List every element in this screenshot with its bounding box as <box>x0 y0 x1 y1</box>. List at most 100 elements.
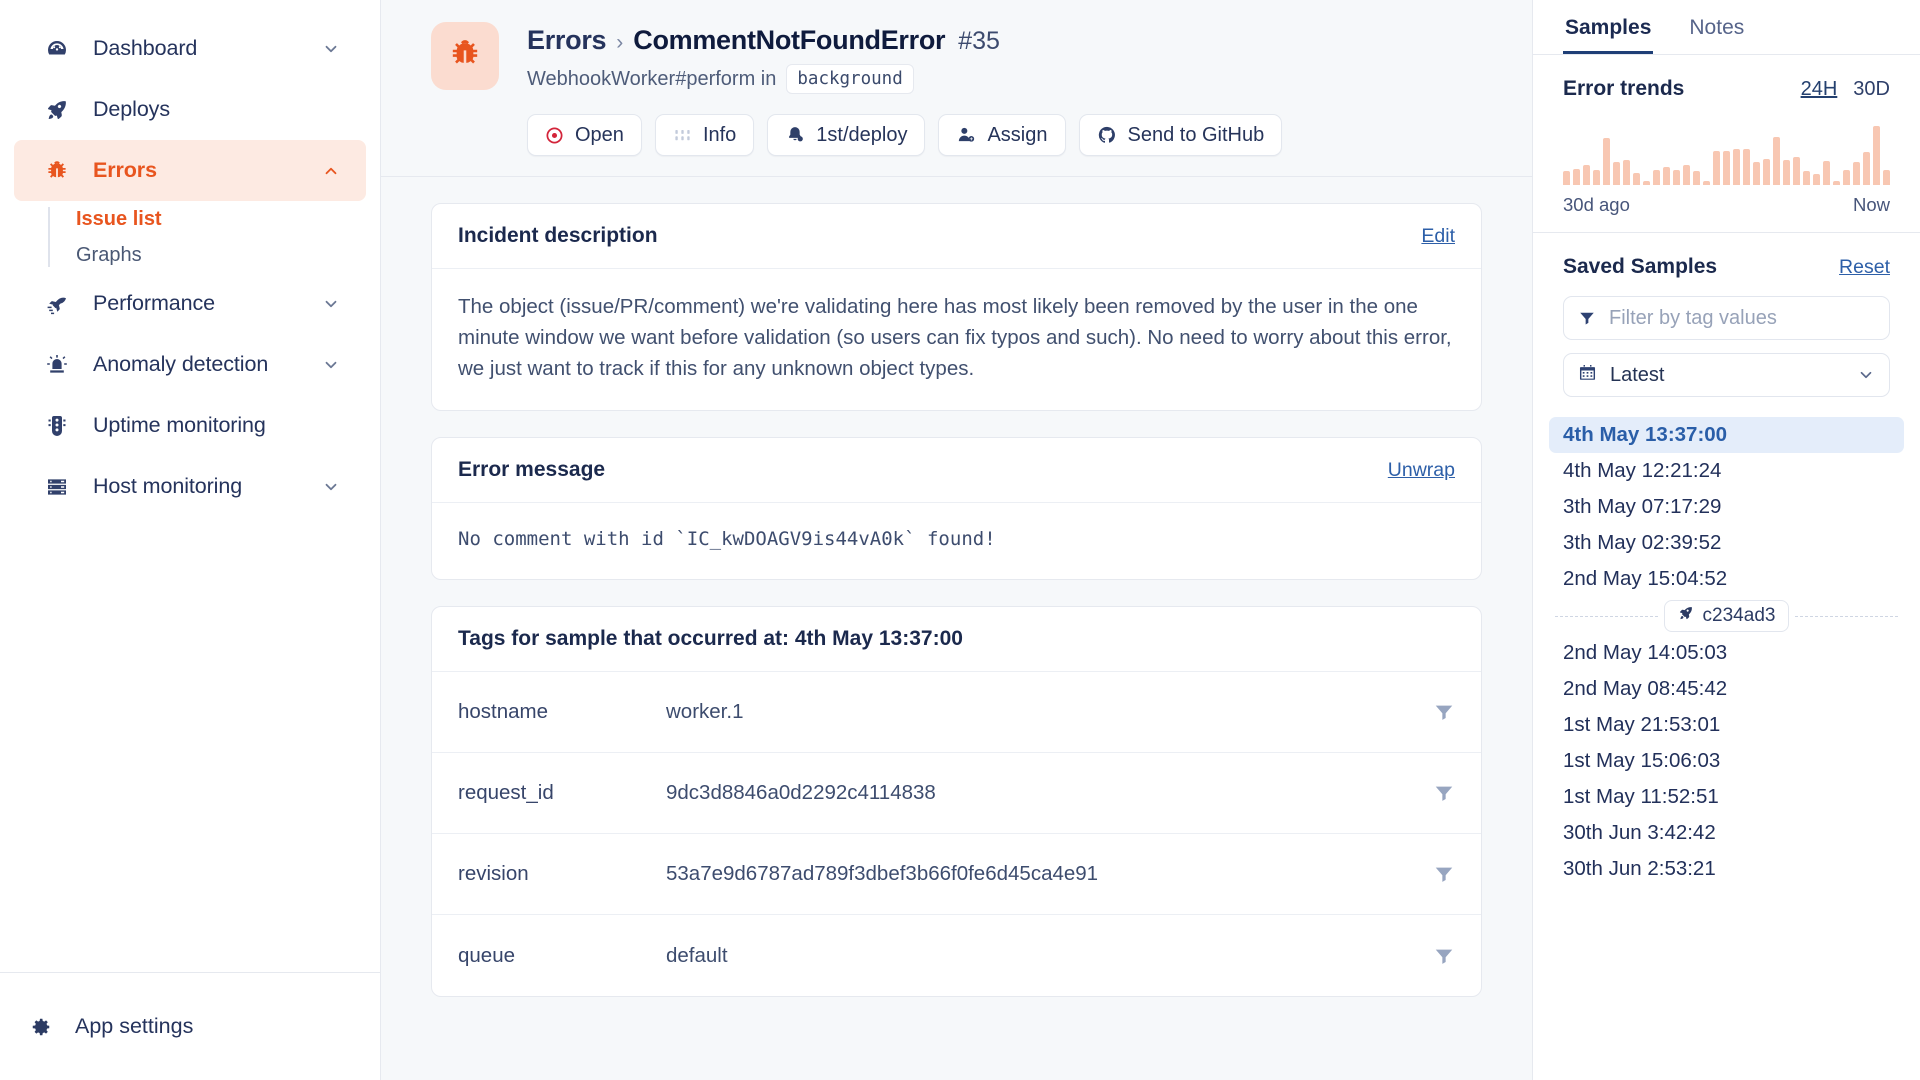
assign-button[interactable]: Assign <box>938 114 1066 156</box>
sparkline-bar <box>1563 171 1570 185</box>
speed-icon <box>44 291 70 317</box>
sparkline-bar <box>1763 159 1770 185</box>
chevron-up-icon <box>322 162 340 180</box>
siren-icon <box>44 352 70 378</box>
sidebar-item-app-settings[interactable]: App settings <box>0 972 380 1080</box>
sort-select-value: Latest <box>1610 363 1665 386</box>
incident-description-title: Incident description <box>458 224 658 247</box>
left-sidebar: Dashboard Deploys Errors Issue list Grap… <box>0 0 381 1080</box>
saved-samples-list[interactable]: 4th May 13:37:00 4th May 12:21:24 3th Ma… <box>1533 403 1920 1080</box>
funnel-icon[interactable] <box>1433 701 1455 723</box>
sparkline-bar <box>1683 164 1690 185</box>
sparkline-bar <box>1793 156 1800 185</box>
error-badge <box>431 22 499 90</box>
sidebar-item-label: Host monitoring <box>93 474 243 498</box>
range-30d[interactable]: 30D <box>1853 78 1890 101</box>
github-icon <box>1097 125 1117 145</box>
reset-link[interactable]: Reset <box>1839 256 1890 279</box>
list-item[interactable]: 3th May 02:39:52 <box>1549 525 1904 561</box>
sparkline-axis-right: Now <box>1852 194 1890 215</box>
chevron-down-icon <box>1857 366 1875 384</box>
sparkline-bar <box>1643 180 1650 185</box>
sort-select[interactable]: Latest <box>1563 353 1890 397</box>
unwrap-link[interactable]: Unwrap <box>1388 459 1455 482</box>
sidebar-item-performance[interactable]: Performance <box>14 273 366 334</box>
user-add-icon <box>956 125 976 145</box>
list-item[interactable]: 30th Jun 3:42:42 <box>1549 815 1904 851</box>
right-panel: Samples Notes Error trends 24H 30D 30d a… <box>1532 0 1920 1080</box>
list-item[interactable]: 2nd May 14:05:03 <box>1549 635 1904 671</box>
sidebar-item-label: Performance <box>93 291 215 315</box>
funnel-icon[interactable] <box>1433 782 1455 804</box>
sidebar-item-errors[interactable]: Errors <box>14 140 366 201</box>
deploy-label: c234ad3 <box>1702 605 1776 626</box>
list-item[interactable]: 2nd May 15:04:52 <box>1549 561 1904 597</box>
sidebar-item-label: Errors <box>93 158 157 182</box>
list-item[interactable]: 1st May 11:52:51 <box>1549 779 1904 815</box>
button-label: Send to GitHub <box>1127 123 1265 146</box>
sparkline-bar <box>1813 173 1820 185</box>
sidebar-item-graphs[interactable]: Graphs <box>70 237 380 273</box>
funnel-icon[interactable] <box>1433 945 1455 967</box>
sidebar-item-deploys[interactable]: Deploys <box>14 79 366 140</box>
list-item[interactable]: 2nd May 08:45:42 <box>1549 671 1904 707</box>
error-message-body: No comment with id `IC_kwDOAGV9is44vA0k`… <box>458 528 996 550</box>
sparkline-bar <box>1883 170 1890 185</box>
list-item[interactable]: 1st May 15:06:03 <box>1549 743 1904 779</box>
page-title: CommentNotFoundError <box>633 25 946 55</box>
sparkline-bar <box>1623 160 1630 185</box>
notification-rule-button[interactable]: 1st/deploy <box>767 114 926 156</box>
funnel-icon[interactable] <box>1433 863 1455 885</box>
sidebar-item-host-monitoring[interactable]: Host monitoring <box>14 456 366 517</box>
list-item[interactable]: 1st May 21:53:01 <box>1549 707 1904 743</box>
error-message-title: Error message <box>458 458 606 481</box>
tag-filter-input[interactable] <box>1609 306 1875 330</box>
edit-description-link[interactable]: Edit <box>1421 225 1455 248</box>
sidebar-item-anomaly-detection[interactable]: Anomaly detection <box>14 334 366 395</box>
incident-description-card: Incident description Edit The object (is… <box>431 203 1482 411</box>
divider <box>1795 615 1898 617</box>
sparkline-bar <box>1673 170 1680 185</box>
saved-samples-title: Saved Samples <box>1563 255 1718 278</box>
error-trends-title: Error trends <box>1563 77 1685 100</box>
sparkline-bar <box>1743 148 1750 185</box>
sidebar-item-dashboard[interactable]: Dashboard <box>14 18 366 79</box>
deploy-pill[interactable]: c234ad3 <box>1663 600 1790 632</box>
sample-time: 30th Jun 3:42:42 <box>1563 821 1716 844</box>
send-to-github-button[interactable]: Send to GitHub <box>1078 114 1283 156</box>
tag-value: worker.1 <box>666 700 744 723</box>
sparkline-bar <box>1603 137 1610 185</box>
list-item[interactable]: 30th Jun 2:53:21 <box>1549 851 1904 887</box>
range-24h[interactable]: 24H <box>1801 78 1838 101</box>
table-row: queue default <box>432 915 1481 996</box>
divider <box>1555 615 1658 617</box>
breadcrumb-root[interactable]: Errors <box>527 25 607 56</box>
gear-icon <box>30 1016 52 1038</box>
error-message-card: Error message Unwrap No comment with id … <box>431 437 1482 580</box>
list-item[interactable]: 3th May 07:17:29 <box>1549 489 1904 525</box>
tag-filter-field[interactable] <box>1563 296 1890 340</box>
sparkline-bar <box>1633 172 1640 185</box>
chevron-down-icon <box>322 40 340 58</box>
list-item[interactable]: 4th May 12:21:24 <box>1549 453 1904 489</box>
sample-time: 1st May 11:52:51 <box>1563 785 1719 808</box>
funnel-icon <box>1578 309 1596 327</box>
issue-detail-scroll[interactable]: Incident description Edit The object (is… <box>381 177 1532 1080</box>
sparkline-bar <box>1753 162 1760 185</box>
tab-samples[interactable]: Samples <box>1563 0 1653 54</box>
sample-time: 1st May 21:53:01 <box>1563 713 1721 736</box>
sidebar-item-issue-list[interactable]: Issue list <box>70 201 380 237</box>
list-item[interactable]: 4th May 13:37:00 <box>1549 417 1904 453</box>
server-icon <box>44 474 70 500</box>
sidebar-item-label: Anomaly detection <box>93 352 269 376</box>
info-button[interactable]: Info <box>654 114 755 156</box>
sparkline-bar <box>1593 170 1600 185</box>
sidebar-item-uptime-monitoring[interactable]: Uptime monitoring <box>14 395 366 456</box>
sidebar-subitem-label: Issue list <box>76 207 162 230</box>
chevron-down-icon <box>322 356 340 374</box>
sparkline-bar <box>1723 151 1730 185</box>
errors-subnav: Issue list Graphs <box>48 201 380 273</box>
bug-icon <box>448 37 482 76</box>
tab-notes[interactable]: Notes <box>1687 0 1746 54</box>
status-open-button[interactable]: Open <box>527 114 642 156</box>
